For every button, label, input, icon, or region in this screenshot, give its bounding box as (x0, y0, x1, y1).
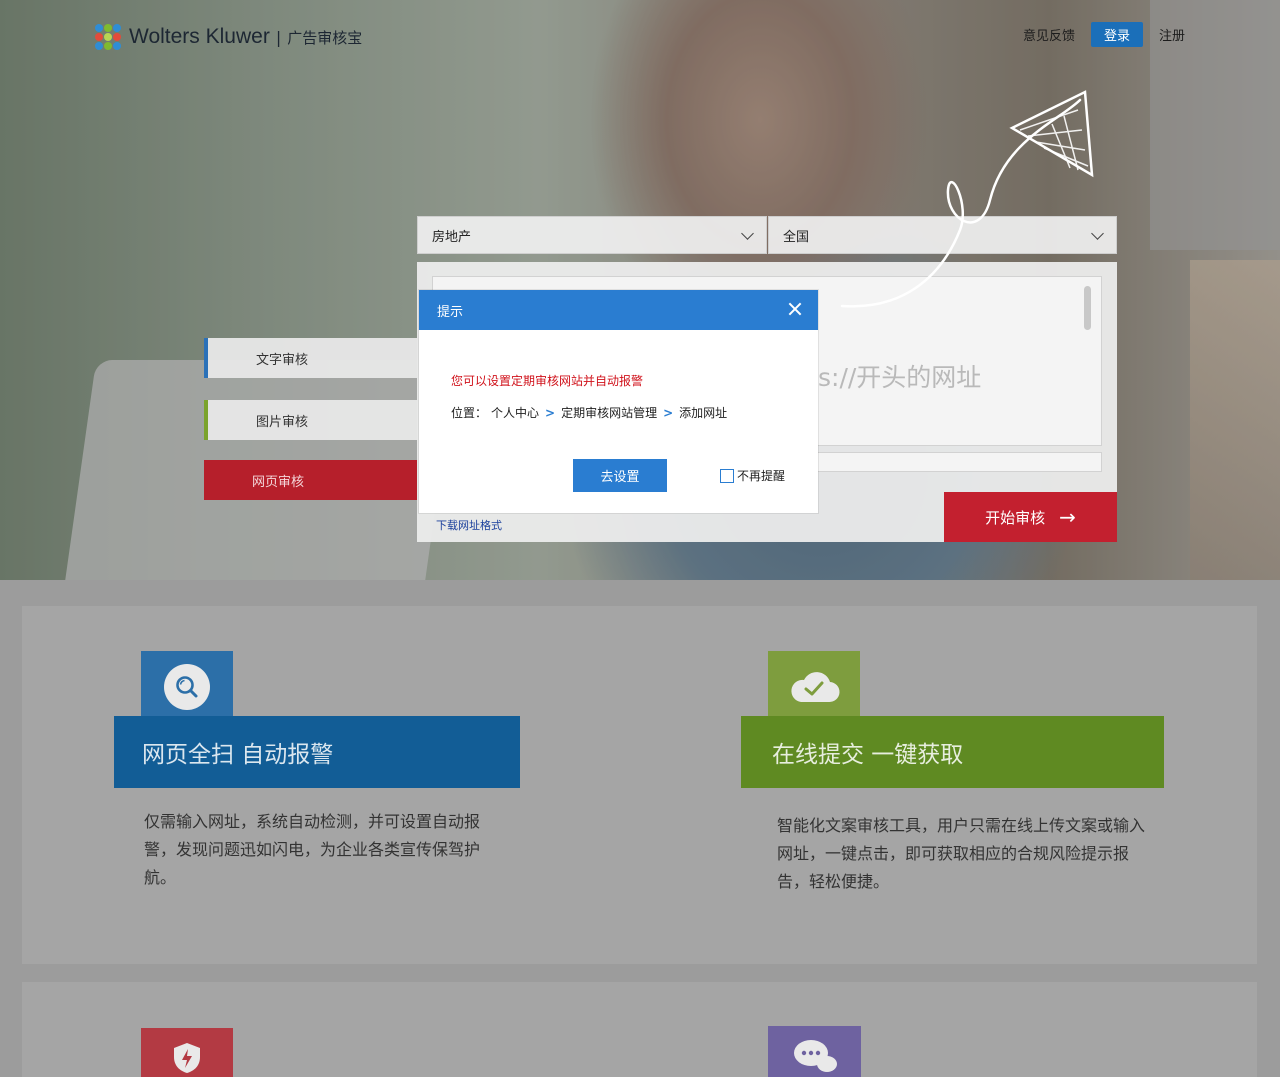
checkbox-box[interactable] (720, 468, 734, 483)
region-select-value: 全国 (783, 229, 810, 245)
breadcrumb-item-add-url: 添加网址 (679, 406, 728, 420)
feature-icon-tile (141, 1028, 233, 1077)
start-audit-button[interactable]: 开始审核 → (944, 492, 1117, 542)
shield-bolt-icon (174, 1043, 200, 1073)
tab-web-audit[interactable]: 网页审核 (204, 460, 417, 500)
go-settings-button[interactable]: 去设置 (573, 459, 667, 492)
cloud-check-icon (791, 672, 840, 703)
dont-remind-checkbox[interactable]: 不再提醒 (720, 467, 785, 484)
breadcrumb-label: 位置： (451, 406, 488, 420)
feature-title-banner: 在线提交 一键获取 (741, 716, 1164, 788)
feature-title: 网页全扫 自动报警 (142, 742, 334, 768)
feature-title-banner: 网页全扫 自动报警 (114, 716, 520, 788)
register-link[interactable]: 注册 (1159, 25, 1185, 44)
paper-plane-doodle-icon (840, 90, 1094, 308)
top-nav: 意见反馈 登录 注册 (1023, 22, 1185, 47)
search-icon (164, 664, 210, 710)
tab-image-audit[interactable]: 图片审核 (204, 400, 417, 440)
breadcrumb-separator: > (545, 405, 556, 420)
tip-message: 您可以设置定期审核网站并自动报警 (451, 374, 644, 388)
feature-icon-tile (768, 651, 860, 723)
tip-dialog: 提示 您可以设置定期审核网站并自动报警 位置： 个人中心 > 定期审核网站管理 … (419, 290, 818, 513)
chevron-down-icon (741, 227, 754, 240)
breadcrumb-item-site-management: 定期审核网站管理 (561, 406, 658, 420)
tab-web-audit-label: 网页审核 (252, 474, 305, 490)
login-button[interactable]: 登录 (1090, 22, 1143, 47)
arrow-right-icon: → (1059, 505, 1076, 529)
tip-dialog-title: 提示 (437, 304, 464, 320)
feature-title: 在线提交 一键获取 (772, 742, 964, 768)
breadcrumb-item-personal-center: 个人中心 (491, 406, 540, 420)
close-icon[interactable] (786, 300, 804, 318)
tip-dialog-header: 提示 (419, 290, 818, 330)
feature-icon-tile (768, 1026, 861, 1077)
industry-select[interactable]: 房地产 (417, 216, 767, 254)
download-url-format-link[interactable]: 下载网址格式 (436, 517, 502, 533)
chat-bubble-icon (793, 1040, 837, 1072)
brand-separator: | (275, 27, 282, 47)
start-audit-label: 开始审核 (985, 508, 1046, 527)
tab-image-audit-label: 图片审核 (256, 414, 309, 430)
wolters-kluwer-logo-icon (95, 24, 121, 50)
dont-remind-label: 不再提醒 (737, 469, 786, 483)
feature-icon-tile (141, 651, 233, 723)
brand-name: Wolters Kluwer (129, 25, 270, 48)
brand-logo[interactable]: Wolters Kluwer | 广告审核宝 (95, 24, 362, 50)
breadcrumb: 位置： 个人中心 > 定期审核网站管理 > 添加网址 (451, 404, 727, 421)
feedback-link[interactable]: 意见反馈 (1023, 25, 1075, 44)
industry-select-value: 房地产 (432, 229, 472, 245)
tab-text-audit[interactable]: 文字审核 (204, 338, 417, 378)
feature-description: 仅需输入网址，系统自动检测，并可设置自动报警，发现问题迅如闪电，为企业各类宣传保… (144, 812, 481, 887)
breadcrumb-separator: > (663, 405, 674, 420)
product-name: 广告审核宝 (287, 28, 363, 47)
url-input-placeholder: s://开头的网址 (818, 363, 982, 392)
tab-text-audit-label: 文字审核 (256, 352, 309, 368)
feature-description: 智能化文案审核工具，用户只需在线上传文案或输入网址，一键点击，即可获取相应的合规… (777, 816, 1146, 891)
